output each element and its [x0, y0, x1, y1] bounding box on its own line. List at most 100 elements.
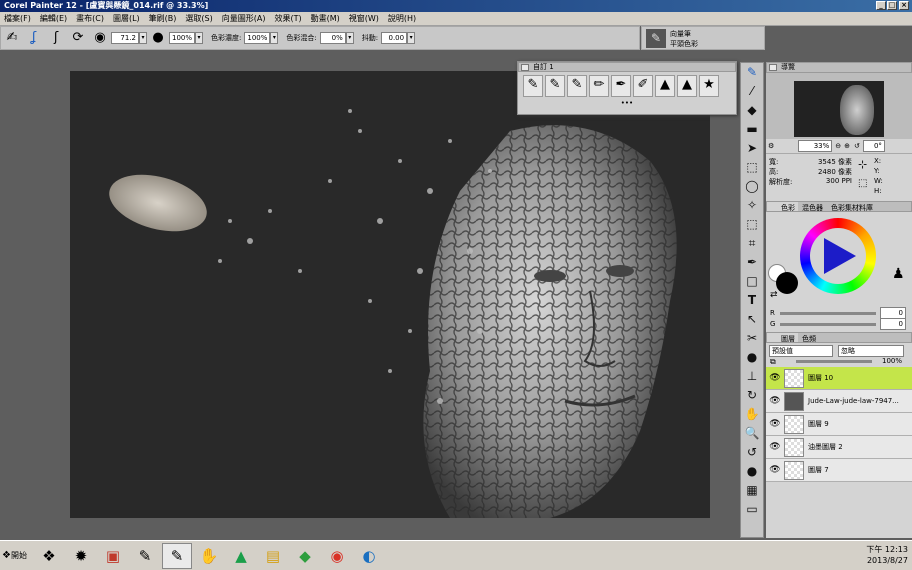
- clone-brush-icon[interactable]: ⟳: [69, 29, 87, 47]
- dodge-icon[interactable]: ●: [741, 348, 763, 367]
- thunderbird-icon[interactable]: ◐: [354, 543, 384, 569]
- brush-selector[interactable]: ✎ 向量筆 平頭色彩: [641, 26, 765, 50]
- rotate-field[interactable]: 0°: [862, 140, 885, 152]
- rect-select-icon[interactable]: ⬚: [741, 158, 763, 177]
- palette-close-icon[interactable]: [521, 64, 529, 71]
- start-button[interactable]: ❖ 開始: [0, 544, 34, 568]
- document-canvas[interactable]: [70, 71, 710, 518]
- tab-mixer[interactable]: 混色器: [798, 202, 827, 212]
- opacity-dropdown[interactable]: ▾: [195, 32, 203, 44]
- close-button[interactable]: ×: [899, 1, 909, 10]
- cloner-icon[interactable]: ✂: [741, 329, 763, 348]
- paper-icon[interactable]: ▦: [741, 481, 763, 500]
- app-icon[interactable]: ✹: [66, 543, 96, 569]
- zoom-in-icon[interactable]: ⊕: [844, 142, 850, 150]
- powerpoint-icon[interactable]: ▣: [98, 543, 128, 569]
- airbrush-icon[interactable]: ✐: [633, 75, 653, 97]
- bleed-field[interactable]: 0%: [319, 32, 346, 44]
- g-field[interactable]: 0: [880, 318, 906, 330]
- layer-opacity-slider[interactable]: [796, 360, 872, 363]
- color-swatch-icon[interactable]: ●: [741, 462, 763, 481]
- brush-tool-icon[interactable]: ✎: [741, 63, 763, 82]
- blend-mode-select[interactable]: 預設值: [769, 345, 833, 357]
- stroke-line-icon[interactable]: ʃ: [47, 29, 65, 47]
- swap-colors-icon[interactable]: ⇄: [770, 290, 778, 300]
- layer-row[interactable]: 👁 Jude-Law-jude-law-7947...: [766, 390, 912, 413]
- brush-icon[interactable]: ✎: [523, 75, 543, 97]
- magnifier-icon[interactable]: 🔍: [741, 424, 763, 443]
- size-dropdown[interactable]: ▾: [139, 32, 147, 44]
- menu-select[interactable]: 選取(S): [185, 13, 212, 24]
- menu-shapes[interactable]: 向量圖形(A): [222, 13, 266, 24]
- menu-effects[interactable]: 效果(T): [274, 13, 301, 24]
- eraser-icon[interactable]: ▬: [741, 120, 763, 139]
- selection-adjuster-icon[interactable]: ⬚: [741, 215, 763, 234]
- palette-grip-icon[interactable]: •••: [518, 100, 736, 107]
- composite-select[interactable]: 忽略: [838, 345, 904, 357]
- transform-icon[interactable]: ↻: [741, 386, 763, 405]
- size-field[interactable]: 71.2: [111, 32, 139, 44]
- painter-brush-icon[interactable]: ✎: [130, 543, 160, 569]
- main-color-swatch[interactable]: [776, 272, 798, 294]
- eye-icon[interactable]: 👁: [766, 373, 784, 383]
- navigator-close-icon[interactable]: [769, 64, 777, 71]
- sparkle-icon[interactable]: ★: [699, 75, 719, 97]
- clone-color-stamp-icon[interactable]: ♟: [892, 266, 905, 282]
- oval-select-icon[interactable]: ◯: [741, 177, 763, 196]
- layer-row[interactable]: 👁 圖層 9: [766, 413, 912, 436]
- pen-icon[interactable]: ✒: [611, 75, 631, 97]
- bleed-dropdown[interactable]: ▾: [345, 32, 354, 44]
- eye-icon[interactable]: 👁: [766, 396, 784, 406]
- brush-icon[interactable]: ✎: [567, 75, 587, 97]
- menu-help[interactable]: 說明(H): [388, 13, 416, 24]
- menu-window[interactable]: 視窗(W): [349, 13, 379, 24]
- opacity-field[interactable]: 100%: [169, 32, 195, 44]
- jitter-dropdown[interactable]: ▾: [407, 32, 416, 44]
- resat-field[interactable]: 100%: [244, 32, 271, 44]
- system-clock[interactable]: 下午 12:13 2013/8/27: [866, 544, 908, 566]
- blender-icon[interactable]: ▲: [655, 75, 675, 97]
- zoom-out-icon[interactable]: ⊖: [835, 142, 841, 150]
- layer-row[interactable]: 👁 油墨圖層 2: [766, 436, 912, 459]
- stroke-freehand-icon[interactable]: ʆ: [25, 29, 43, 47]
- menu-canvas[interactable]: 畫布(C): [76, 13, 104, 24]
- layer-row[interactable]: 👁 圖層 10: [766, 367, 912, 390]
- jitter-field[interactable]: 0.00: [381, 32, 408, 44]
- brush-tool-icon[interactable]: ✍: [3, 29, 21, 47]
- rotate-icon[interactable]: ↺: [854, 142, 860, 150]
- pencil-icon[interactable]: ✏: [589, 75, 609, 97]
- navigator-tab[interactable]: 導覽: [766, 62, 912, 73]
- maximize-button[interactable]: □: [887, 1, 897, 10]
- layer-adjuster-icon[interactable]: ➤: [741, 139, 763, 158]
- screen-mode-icon[interactable]: ▭: [741, 500, 763, 519]
- menu-edit[interactable]: 編輯(E): [40, 13, 67, 24]
- chrome-icon[interactable]: ◉: [322, 543, 352, 569]
- tab-color[interactable]: 色彩: [767, 202, 798, 212]
- gear-icon[interactable]: ⚙: [768, 142, 774, 150]
- dropper-icon[interactable]: ⁄: [741, 82, 763, 101]
- color-wheel[interactable]: [800, 218, 876, 294]
- shape-select-icon[interactable]: ↖: [741, 310, 763, 329]
- layer-row[interactable]: 👁 圖層 7: [766, 459, 912, 482]
- tab-channels[interactable]: 色頻: [798, 333, 820, 343]
- eye-icon[interactable]: 👁: [766, 419, 784, 429]
- r-slider[interactable]: [780, 312, 876, 315]
- magic-wand-icon[interactable]: ✧: [741, 196, 763, 215]
- minimize-button[interactable]: _: [876, 1, 886, 10]
- menu-file[interactable]: 檔案(F): [4, 13, 31, 24]
- eye-icon[interactable]: 👁: [766, 442, 784, 452]
- menu-brushes[interactable]: 筆刷(B): [149, 13, 177, 24]
- mirror-icon[interactable]: ⊥: [741, 367, 763, 386]
- hand-icon[interactable]: ✋: [194, 543, 224, 569]
- preserve-transparency-icon[interactable]: ⧉: [770, 357, 776, 367]
- folder-icon[interactable]: ▤: [258, 543, 288, 569]
- g-slider[interactable]: [780, 323, 876, 326]
- crop-icon[interactable]: ⌗: [741, 234, 763, 253]
- rect-shape-icon[interactable]: □: [741, 272, 763, 291]
- eye-icon[interactable]: 👁: [766, 465, 784, 475]
- stamp-icon[interactable]: ▲: [677, 75, 697, 97]
- windows-logo-icon[interactable]: ❖: [34, 543, 64, 569]
- evernote-icon[interactable]: ◆: [290, 543, 320, 569]
- menu-movie[interactable]: 動畫(M): [311, 13, 340, 24]
- grabber-icon[interactable]: ✋: [741, 405, 763, 424]
